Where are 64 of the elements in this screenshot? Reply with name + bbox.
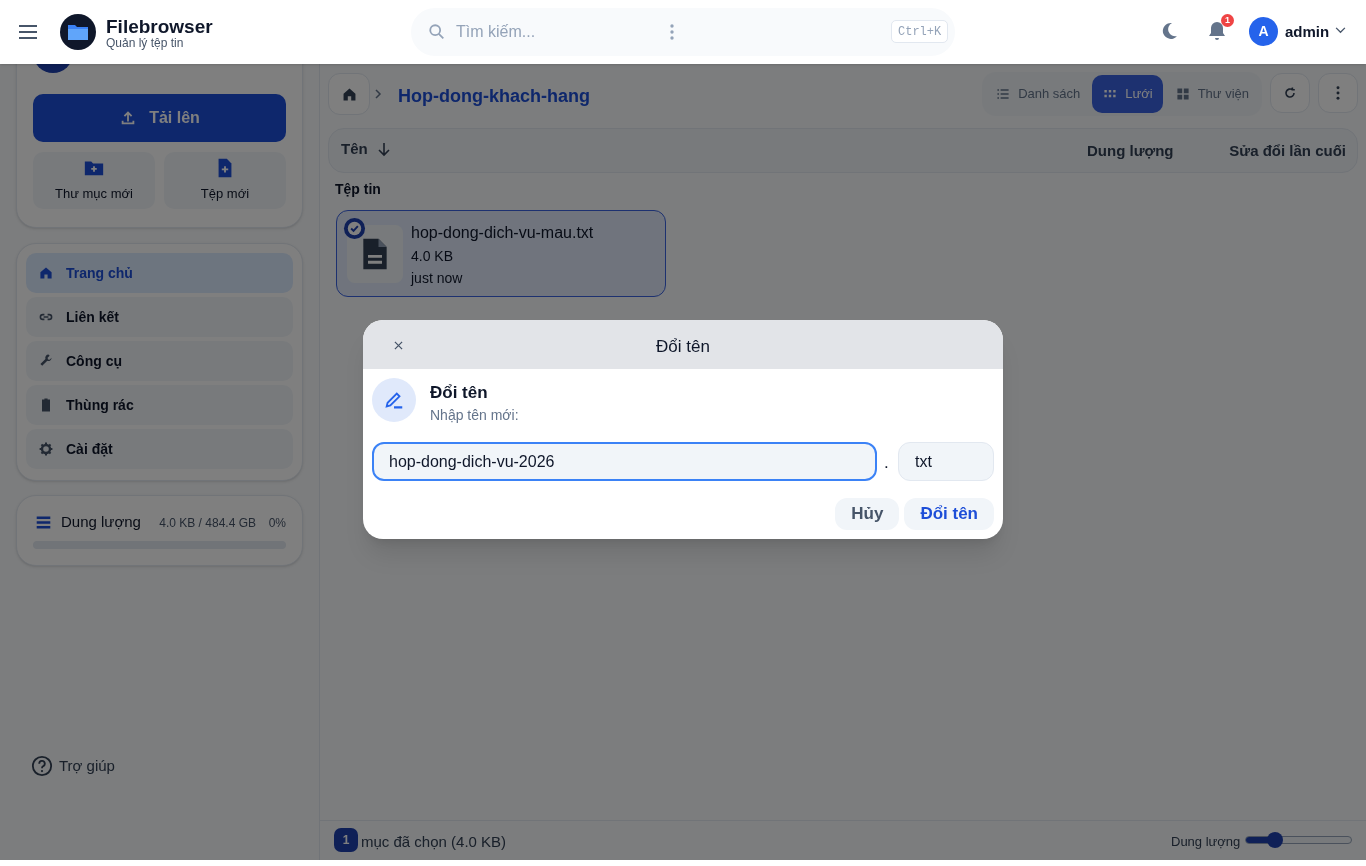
- selection-count: 1: [334, 828, 358, 852]
- upload-button[interactable]: Tải lên: [33, 94, 286, 142]
- nav-item[interactable]: Trang chủ: [26, 253, 293, 293]
- nav-item[interactable]: Liên kết: [26, 297, 293, 337]
- view-tab[interactable]: Lưới: [1092, 75, 1163, 113]
- user-name[interactable]: admin: [1285, 21, 1330, 44]
- menu-icon: [18, 24, 38, 40]
- nav-item[interactable]: Công cụ: [26, 341, 293, 381]
- gallery-icon: [1174, 86, 1191, 102]
- column-header[interactable]: Sửa đổi lần cuối: [1229, 140, 1346, 163]
- file-modified: just now: [411, 269, 463, 288]
- extension-separator: .: [884, 452, 889, 474]
- bell-icon[interactable]: [1207, 20, 1227, 42]
- chevron-down-icon[interactable]: [1335, 27, 1346, 34]
- size-label: Dung lượng: [1171, 833, 1241, 851]
- cancel-button[interactable]: Hủy: [835, 498, 900, 530]
- gear-icon: [38, 441, 54, 457]
- home-button[interactable]: [328, 73, 370, 115]
- column-header[interactable]: Tên: [341, 138, 368, 161]
- dialog-heading: Đổi tên: [430, 382, 488, 404]
- dialog-prompt: Nhập tên mới:: [430, 406, 519, 425]
- wrench-icon: [38, 353, 54, 369]
- file-size: 4.0 KB: [411, 247, 454, 266]
- breadcrumb-link[interactable]: Hop-dong-khach-hang: [398, 83, 590, 110]
- folder-logo-icon: [60, 14, 96, 50]
- user-avatar[interactable]: A: [1249, 17, 1278, 46]
- nav-item[interactable]: Cài đặt: [26, 429, 293, 469]
- sort-down-icon: [375, 141, 392, 158]
- list-icon: [995, 86, 1012, 102]
- storage-usage: 4.0 KB / 484.4 GB: [159, 515, 256, 532]
- refresh-icon: [1282, 85, 1298, 101]
- storage-icon: [35, 514, 52, 531]
- app-subtitle: Quản lý tệp tin: [106, 35, 184, 52]
- document-icon: [361, 236, 389, 272]
- nav-item[interactable]: Thùng rác: [26, 385, 293, 425]
- storage-percent: 0%: [268, 515, 286, 532]
- extension-input[interactable]: txt: [898, 442, 994, 481]
- shortcut-hint: Ctrl+K: [891, 20, 949, 43]
- check-icon: [343, 217, 366, 240]
- help-icon: [31, 755, 53, 778]
- more-icon: [1336, 86, 1340, 100]
- chevron-icon: [373, 89, 383, 99]
- search-icon: [428, 23, 446, 41]
- dialog-title: Đổi tên: [656, 336, 710, 358]
- close-icon: [393, 340, 403, 350]
- app-title: Filebrowser: [106, 15, 213, 38]
- view-tab[interactable]: Danh sách: [985, 75, 1091, 113]
- help-link[interactable]: Trợ giúp: [31, 755, 115, 778]
- file-name: hop-dong-dich-vu-mau.txt: [411, 223, 594, 243]
- home-icon: [38, 265, 54, 281]
- notification-badge: 1: [1221, 14, 1234, 27]
- refresh-button[interactable]: [1270, 73, 1310, 113]
- new-item-button[interactable]: Tệp mới: [164, 152, 286, 209]
- storage-label: Dung lượng: [61, 512, 141, 532]
- view-tab[interactable]: Thư viện: [1164, 75, 1259, 113]
- section-heading: Tệp tin: [335, 180, 381, 199]
- more-icon[interactable]: [670, 24, 674, 40]
- new-item-button[interactable]: Thư mục mới: [33, 152, 155, 209]
- search-field[interactable]: Tìm kiếm...: [456, 20, 656, 44]
- rename-button[interactable]: Đổi tên: [904, 498, 994, 530]
- column-header[interactable]: Dung lượng: [1087, 140, 1174, 163]
- name-input[interactable]: hop-dong-dich-vu-2026: [372, 442, 877, 481]
- file-card[interactable]: hop-dong-dich-vu-mau.txt 4.0 KB just now: [336, 210, 666, 297]
- selection-summary: mục đã chọn (4.0 KB): [361, 832, 507, 852]
